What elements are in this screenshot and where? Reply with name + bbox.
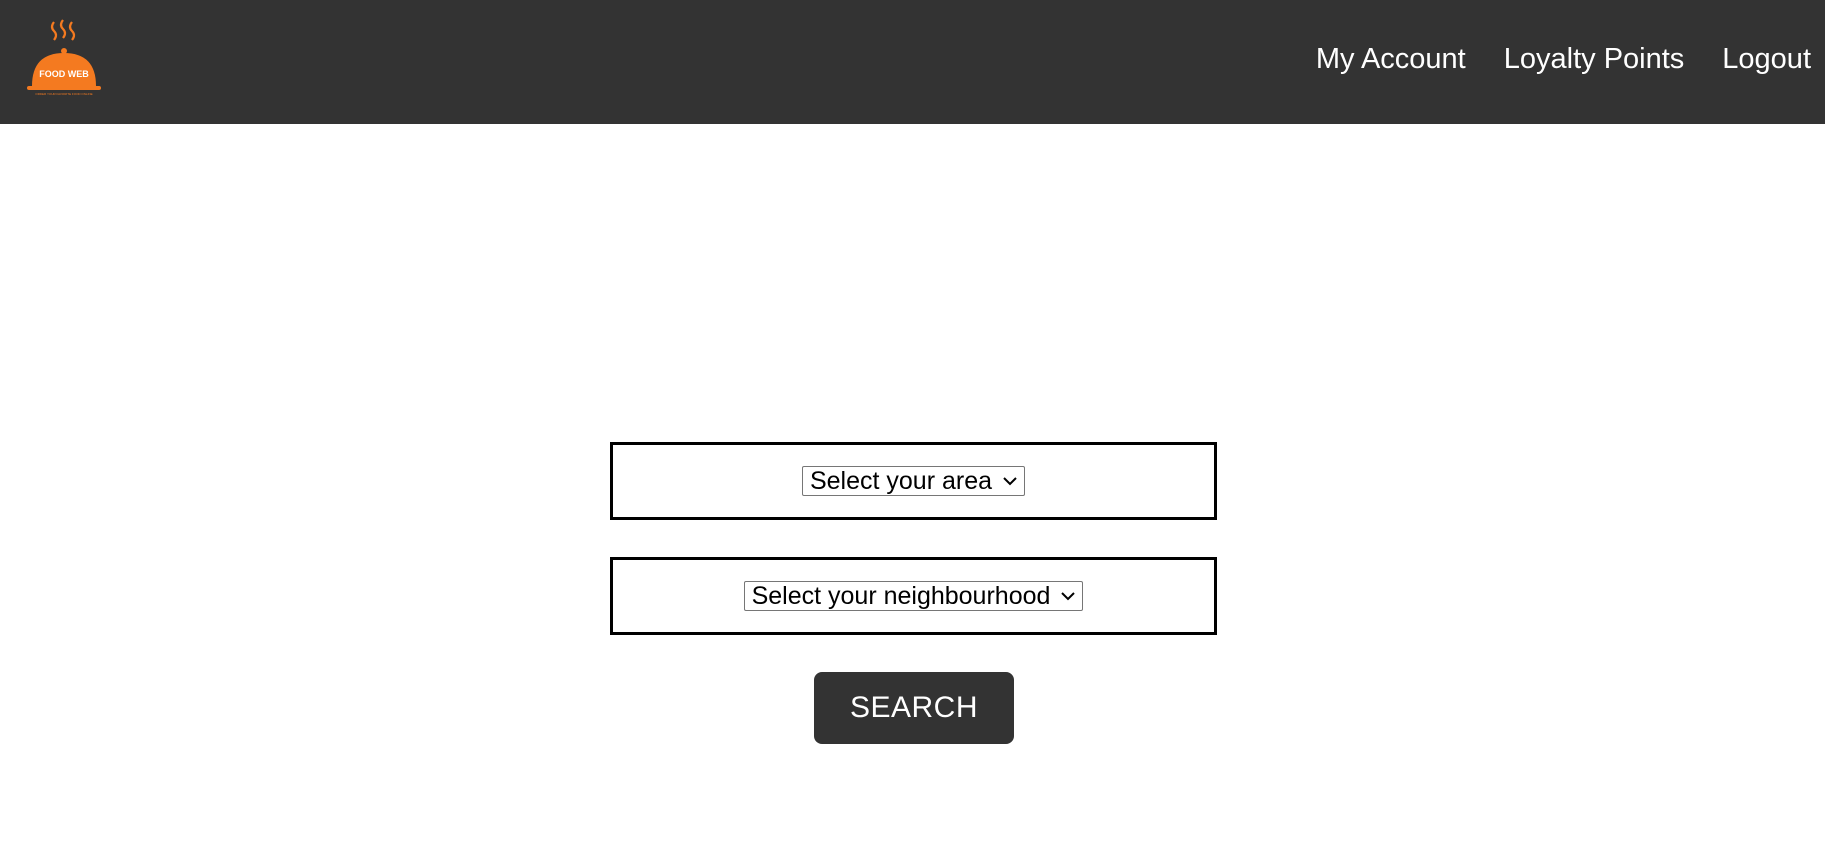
- nav-my-account-link[interactable]: My Account: [1316, 37, 1466, 81]
- cloche-logo-icon: FOOD WEB ORDER YOUR FAVORITE FOOD ONLINE: [27, 19, 101, 96]
- area-select-value: Select your area: [809, 466, 993, 495]
- area-select-container: Select your area: [610, 442, 1217, 520]
- top-navigation-bar: FOOD WEB ORDER YOUR FAVORITE FOOD ONLINE…: [0, 0, 1825, 124]
- logo-tagline: ORDER YOUR FAVORITE FOOD ONLINE: [35, 92, 92, 96]
- nav-loyalty-points-link[interactable]: Loyalty Points: [1504, 37, 1685, 81]
- logo-text: FOOD WEB: [39, 69, 89, 79]
- chevron-down-icon: [1061, 592, 1076, 601]
- header-nav: My Account Loyalty Points Logout: [1316, 37, 1811, 81]
- chevron-down-icon: [1003, 477, 1017, 486]
- area-select[interactable]: Select your area: [801, 466, 1026, 496]
- neighbourhood-select-container: Select your neighbourhood: [610, 557, 1217, 635]
- neighbourhood-select[interactable]: Select your neighbourhood: [743, 581, 1084, 611]
- nav-logout-link[interactable]: Logout: [1722, 37, 1811, 81]
- search-button[interactable]: SEARCH: [814, 672, 1014, 744]
- food-web-logo[interactable]: FOOD WEB ORDER YOUR FAVORITE FOOD ONLINE: [26, 18, 106, 98]
- neighbourhood-select-value: Select your neighbourhood: [751, 581, 1051, 610]
